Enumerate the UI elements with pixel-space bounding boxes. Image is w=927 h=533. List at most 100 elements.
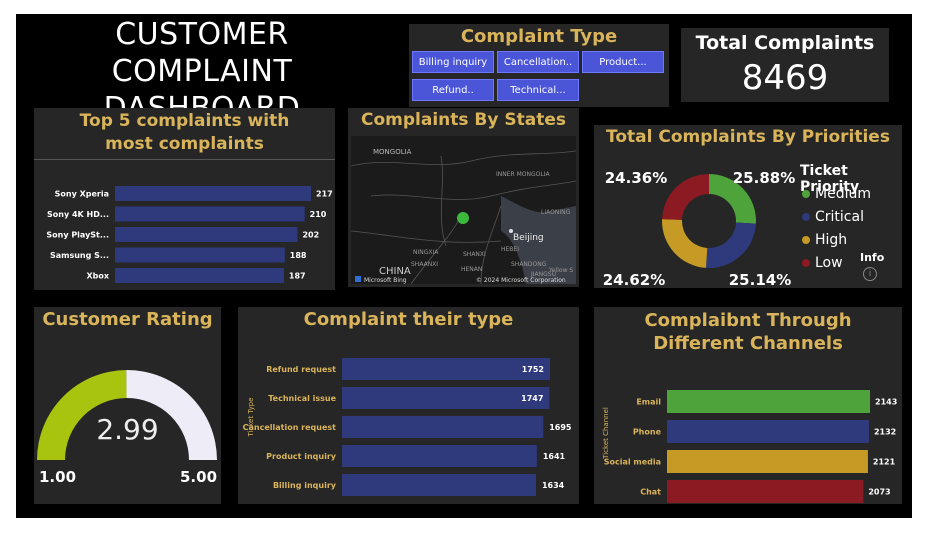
priorities-panel: Total Complaints By Priorities 25.88% 25.… — [594, 125, 902, 288]
map-bubble[interactable] — [457, 212, 469, 224]
type-value-3: 1641 — [543, 452, 566, 461]
type-label-1: Technical issue — [268, 394, 336, 403]
bar-value-0: 217 — [316, 190, 333, 199]
type-label-2: Cancellation request — [243, 423, 337, 432]
map-label-1: INNER MONGOLIA — [496, 171, 550, 178]
type-bar-2[interactable] — [342, 416, 544, 438]
donut-label-0: 25.88% — [733, 169, 795, 187]
legend-item-2[interactable]: High — [802, 232, 847, 248]
type-value-4: 1634 — [542, 481, 565, 490]
bar-label-0: Sony Xperia — [55, 190, 109, 199]
legend-swatch — [802, 259, 810, 267]
bar-1[interactable] — [115, 206, 305, 222]
bar-label-1: Sony 4K HD... — [47, 210, 109, 219]
priorities-donut-chart: 25.88% 25.14% 24.62% 24.36% — [603, 169, 795, 288]
channels-bar-chart: Email 2143 Phone 2132 Social media 2121 Chat 20… — [604, 390, 897, 503]
type-label-3: Product inquiry — [266, 452, 337, 461]
map-label-2: LIAONING — [541, 209, 571, 216]
map-view[interactable]: MONGOLIA INNER MONGOLIA LIAONING Beijing… — [351, 136, 576, 284]
slicer-button-3[interactable]: Refund.. — [412, 79, 494, 101]
bar-value-0: 2143 — [875, 398, 897, 407]
bar-label-0: Email — [636, 398, 661, 407]
bar-value-3: 188 — [290, 251, 307, 260]
slicer-title: Complaint Type — [460, 26, 618, 47]
donut-label-3: 24.36% — [605, 169, 667, 187]
map-label-8: SHAANXI — [411, 261, 438, 268]
dashboard-canvas: CUSTOMER COMPLAINT DASHBOARD Complaint T… — [16, 14, 912, 518]
bar-0[interactable] — [667, 390, 870, 413]
bar-label-3: Chat — [640, 488, 661, 497]
rating-min: 1.00 — [39, 468, 77, 486]
legend-swatch — [802, 190, 810, 198]
legend-item-0[interactable]: Medium — [802, 186, 871, 202]
bar-value-2: 202 — [302, 231, 319, 240]
donut-slice-2[interactable] — [662, 219, 708, 268]
info-label: Info — [860, 251, 885, 264]
bar-label-4: Xbox — [86, 272, 109, 281]
map-label-7: SHANDONG — [511, 261, 547, 268]
type-value-1: 1747 — [521, 394, 543, 403]
donut-label-1: 25.14% — [729, 271, 791, 288]
legend-item-1[interactable]: Critical — [802, 209, 864, 225]
type-label-0: Refund request — [266, 365, 336, 374]
bar-label-1: Phone — [633, 428, 662, 437]
bar-value-2: 2121 — [873, 458, 896, 467]
slicer-button-2[interactable]: Product... — [582, 51, 664, 73]
rating-max: 5.00 — [180, 468, 218, 486]
legend-swatch — [802, 236, 810, 244]
map-label-4: NINGXIA — [413, 249, 439, 256]
bar-3[interactable] — [667, 480, 864, 503]
legend-item-3[interactable]: Low — [802, 255, 843, 271]
info-icon[interactable]: i — [863, 267, 877, 281]
type-bar-0[interactable] — [342, 358, 550, 380]
donut-slice-1[interactable] — [705, 222, 756, 268]
map-label-9: HENAN — [461, 266, 482, 273]
map-copyright: © 2024 Microsoft Corporation — [476, 277, 566, 284]
bar-value-4: 187 — [289, 272, 306, 281]
map-title: Complaints By States — [360, 110, 566, 130]
top5-complaints-panel: Top 5 complaints with most complaints So… — [34, 108, 335, 290]
map-label-0: MONGOLIA — [373, 148, 412, 156]
type-label-4: Billing inquiry — [273, 481, 337, 490]
complaints-by-states-panel: Complaints By States MONGOLIA INNER MONG… — [348, 108, 579, 287]
map-label-11: CHINA — [379, 266, 411, 277]
customer-rating-panel: Customer Rating 2.99 1.00 5.00 — [34, 307, 221, 504]
map-label-5: SHANXI — [463, 251, 486, 258]
legend-label: Medium — [815, 186, 871, 202]
kpi-value: 8469 — [741, 58, 829, 98]
legend-swatch — [802, 213, 810, 221]
bar-2[interactable] — [115, 227, 298, 242]
bar-value-3: 2073 — [868, 488, 890, 497]
total-complaints-card: Total Complaints 8469 — [681, 28, 889, 102]
type-bar-4[interactable] — [342, 474, 536, 496]
slicer-button-4[interactable]: Technical... — [497, 79, 579, 101]
bar-4[interactable] — [115, 268, 284, 283]
slicer-button-0[interactable]: Billing inquiry — [412, 51, 494, 73]
legend-label: High — [815, 232, 848, 248]
complaint-types-panel: Complaint their type Ticket Type Refund … — [238, 307, 579, 504]
map-label-6: HEBEI — [501, 246, 519, 253]
type-bar-3[interactable] — [342, 445, 537, 467]
map-label-3: Beijing — [513, 233, 544, 243]
kpi-label: Total Complaints — [695, 32, 875, 54]
bar-label-2: Social media — [604, 458, 661, 467]
bar-value-1: 2132 — [874, 428, 896, 437]
type-value-2: 1695 — [549, 423, 572, 432]
bing-logo-icon — [355, 276, 361, 282]
bar-1[interactable] — [667, 420, 869, 443]
bar-value-1: 210 — [310, 210, 327, 219]
types-bar-chart: Refund request 1752 Technical issue 1747 Can… — [243, 358, 572, 496]
type-value-0: 1752 — [522, 365, 544, 374]
bar-2[interactable] — [667, 450, 868, 473]
legend-label: Critical — [815, 209, 864, 225]
complaint-type-slicer: Complaint Type Billing inquiry Cancellati… — [409, 24, 669, 107]
bar-0[interactable] — [115, 186, 311, 201]
map-credit: Microsoft Bing — [364, 277, 407, 284]
donut-label-2: 24.62% — [603, 271, 665, 288]
slicer-button-1[interactable]: Cancellation.. — [497, 51, 579, 73]
map-label-12: Yellow S — [548, 267, 573, 274]
bar-3[interactable] — [115, 247, 285, 263]
donut-slice-3[interactable] — [662, 174, 709, 220]
channels-panel: Complaibnt Through Different Channels Ti… — [594, 307, 902, 504]
type-bar-1[interactable] — [342, 387, 550, 409]
